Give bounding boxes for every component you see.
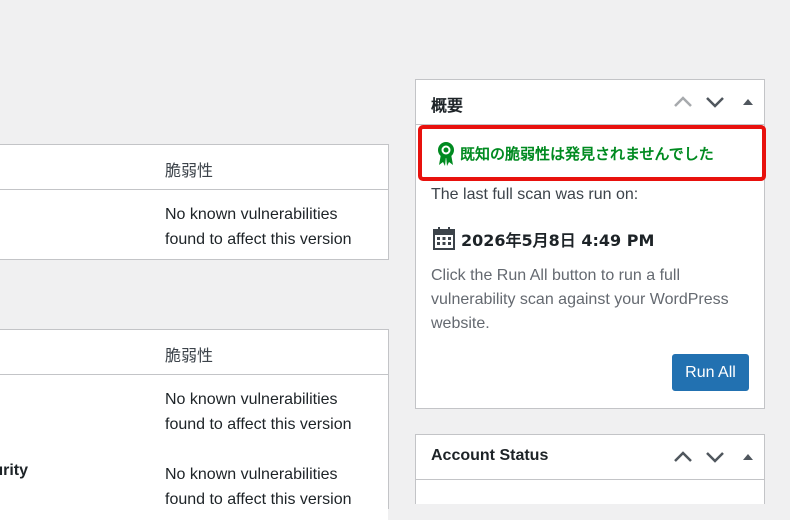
- triangle-up-icon: [743, 454, 753, 460]
- move-down-button[interactable]: [704, 447, 726, 467]
- vulnerability-status-text: No known vulnerabilities found to affect…: [165, 466, 352, 508]
- move-up-button[interactable]: [672, 447, 694, 467]
- account-status-title: Account Status: [431, 447, 549, 464]
- vulnerability-column-header: 脆弱性: [165, 161, 214, 180]
- triangle-up-icon: [743, 99, 753, 105]
- summary-header: 概要: [416, 80, 764, 125]
- summary-title: 概要: [431, 96, 464, 115]
- move-up-button[interactable]: [672, 92, 694, 112]
- run-all-button[interactable]: Run All: [672, 354, 749, 391]
- vulnerability-column-header: 脆弱性: [165, 346, 214, 365]
- plugin-table-2: 脆弱性 No known vulnerabilities found to af…: [0, 329, 389, 520]
- vulnerability-status-text: No known vulnerabilities found to affect…: [165, 206, 352, 248]
- chevron-down-icon: [706, 97, 724, 108]
- toggle-panel-button[interactable]: [738, 92, 758, 112]
- last-scan-label: The last full scan was run on:: [431, 186, 639, 203]
- last-scan-date-text: 2026年5月8日 4:49 PM: [461, 231, 655, 250]
- table-header-row: 脆弱性: [0, 145, 388, 190]
- table-header-row: 脆弱性: [0, 330, 388, 375]
- account-status-postbox: Account Status: [415, 434, 765, 504]
- plugin-table-1: 脆弱性 No known vulnerabilities found to af…: [0, 144, 389, 260]
- no-vulnerabilities-alert: 既知の脆弱性は発見されませんでした: [418, 125, 766, 181]
- run-all-description: Click the Run All button to run a full v…: [431, 267, 729, 332]
- award-ribbon-icon: [436, 141, 456, 172]
- toggle-panel-button[interactable]: [738, 447, 758, 467]
- chevron-up-icon: [674, 96, 692, 107]
- table-row: No known vulnerabilities found to affect…: [0, 190, 388, 260]
- calendar-icon: [433, 227, 455, 250]
- chevron-down-icon: [706, 452, 724, 463]
- vulnerability-status-text: No known vulnerabilities found to affect…: [165, 391, 352, 433]
- table-row: urity No known vulnerabilities found to …: [0, 450, 388, 520]
- chevron-up-icon: [674, 451, 692, 462]
- table-row: No known vulnerabilities found to affect…: [0, 375, 388, 450]
- alert-message: 既知の脆弱性は発見されませんでした: [460, 145, 714, 163]
- account-status-header: Account Status: [416, 435, 764, 480]
- move-down-button[interactable]: [704, 92, 726, 112]
- plugin-name: urity: [0, 462, 28, 479]
